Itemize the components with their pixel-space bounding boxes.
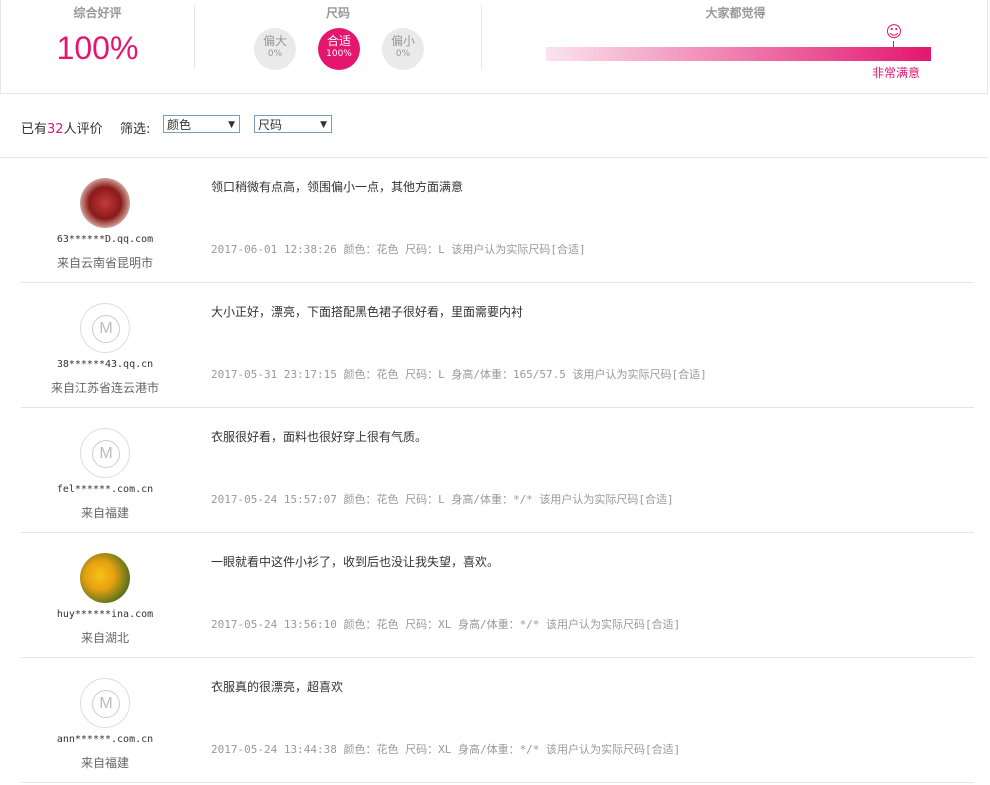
rating-title: 综合好评 <box>73 6 122 20</box>
avatar: M <box>80 428 130 478</box>
avatar <box>80 553 130 603</box>
review-meta: 2017-05-31 23:17:15 颜色：花色 尺码：L 身高/体重：165… <box>211 368 707 381</box>
review-meta: 2017-05-24 15:57:07 颜色：花色 尺码：L 身高/体重：*/*… <box>211 493 674 506</box>
default-avatar-icon: M <box>92 440 120 468</box>
user-name: ann******.com.cn <box>56 734 154 745</box>
feel-title: 大家都觉得 <box>705 6 766 20</box>
size-select[interactable]: 尺码 ▼ <box>254 115 332 133</box>
filter-label: 筛选: <box>120 122 151 137</box>
review-text: 大小正好，漂亮，下面搭配黑色裙子很好看，里面需要内衬 <box>211 305 524 319</box>
review-text: 一眼就看中这件小衫了，收到后也没让我失望，喜欢。 <box>211 555 500 569</box>
size-select-value: 尺码 <box>258 118 283 132</box>
color-select[interactable]: 颜色 ▼ <box>163 115 240 133</box>
size-option-percent: 100% <box>326 49 352 59</box>
marker-pin <box>893 41 894 47</box>
user-name: fel******.com.cn <box>56 484 154 495</box>
smiley-icon: ☺ <box>885 22 903 41</box>
review-item: huy******ina.com 来自湖北 一眼就看中这件小衫了，收到后也没让我… <box>0 533 990 658</box>
review-text: 领口稍微有点高，领围偏小一点，其他方面满意 <box>211 180 464 194</box>
size-title: 尺码 <box>325 6 350 20</box>
review-text: 衣服真的很漂亮，超喜欢 <box>211 680 344 694</box>
count-prefix: 已有 <box>21 122 48 137</box>
filter-bar: 已有32人评价 筛选: 颜色 ▼ 尺码 ▼ <box>0 94 988 158</box>
review-list: 63******D.qq.com 来自云南省昆明市 领口稍微有点高，领围偏小一点… <box>0 158 990 783</box>
size-option-label: 偏大 <box>262 34 287 48</box>
review-count: 已有32人评价 <box>21 118 103 137</box>
default-avatar-icon: M <box>92 690 120 718</box>
review-item: M ann******.com.cn 来自福建 衣服真的很漂亮，超喜欢 2017… <box>0 658 990 783</box>
review-summary: 综合好评 100% 尺码 偏大 0% 合适 100% 偏小 0% 大家都觉得 ☺… <box>0 0 988 94</box>
color-select-value: 颜色 <box>167 118 192 132</box>
overall-rating: 综合好评 100% <box>1 0 194 94</box>
user-name: huy******ina.com <box>56 609 154 620</box>
review-item: 63******D.qq.com 来自云南省昆明市 领口稍微有点高，领围偏小一点… <box>0 158 990 283</box>
user-location: 来自云南省昆明市 <box>56 256 153 270</box>
count-suffix: 人评价 <box>63 122 103 137</box>
rating-value: 100% <box>56 30 139 66</box>
review-text: 衣服很好看，面料也很好穿上很有气质。 <box>211 430 428 444</box>
user-location: 来自江苏省连云港市 <box>50 381 159 395</box>
avatar: M <box>80 303 130 353</box>
size-option-large: 偏大 0% <box>254 28 296 70</box>
feel-label: 非常满意 <box>872 66 921 80</box>
avatar <box>80 178 130 228</box>
satisfaction-bar <box>546 47 931 61</box>
size-option-label: 偏小 <box>390 34 415 48</box>
avatar: M <box>80 678 130 728</box>
review-item: M fel******.com.cn 来自福建 衣服很好看，面料也很好穿上很有气… <box>0 408 990 533</box>
size-feedback: 尺码 偏大 0% 合适 100% 偏小 0% <box>194 0 482 94</box>
size-option-fit: 合适 100% <box>318 28 360 70</box>
user-location: 来自湖北 <box>80 631 129 645</box>
size-option-percent: 0% <box>395 49 411 59</box>
satisfaction-meter: 大家都觉得 ☺ 非常满意 <box>482 0 989 94</box>
size-option-label: 合适 <box>326 34 351 48</box>
size-option-percent: 0% <box>267 49 283 59</box>
size-option-small: 偏小 0% <box>382 28 424 70</box>
user-location: 来自福建 <box>80 756 129 770</box>
dropdown-arrow-icon: ▼ <box>228 120 235 130</box>
count-number: 32 <box>47 122 64 137</box>
review-meta: 2017-05-24 13:44:38 颜色：花色 尺码：XL 身高/体重：*/… <box>211 743 681 756</box>
user-location: 来自福建 <box>80 506 129 520</box>
dropdown-arrow-icon: ▼ <box>320 120 327 130</box>
divider <box>21 782 974 783</box>
review-meta: 2017-05-24 13:56:10 颜色：花色 尺码：XL 身高/体重：*/… <box>211 618 681 631</box>
default-avatar-icon: M <box>92 315 120 343</box>
review-meta: 2017-06-01 12:38:26 颜色：花色 尺码：L 该用户认为实际尺码… <box>211 243 586 256</box>
user-name: 38******43.qq.cn <box>56 359 154 370</box>
review-item: M 38******43.qq.cn 来自江苏省连云港市 大小正好，漂亮，下面搭… <box>0 283 990 408</box>
user-name: 63******D.qq.com <box>56 234 154 245</box>
